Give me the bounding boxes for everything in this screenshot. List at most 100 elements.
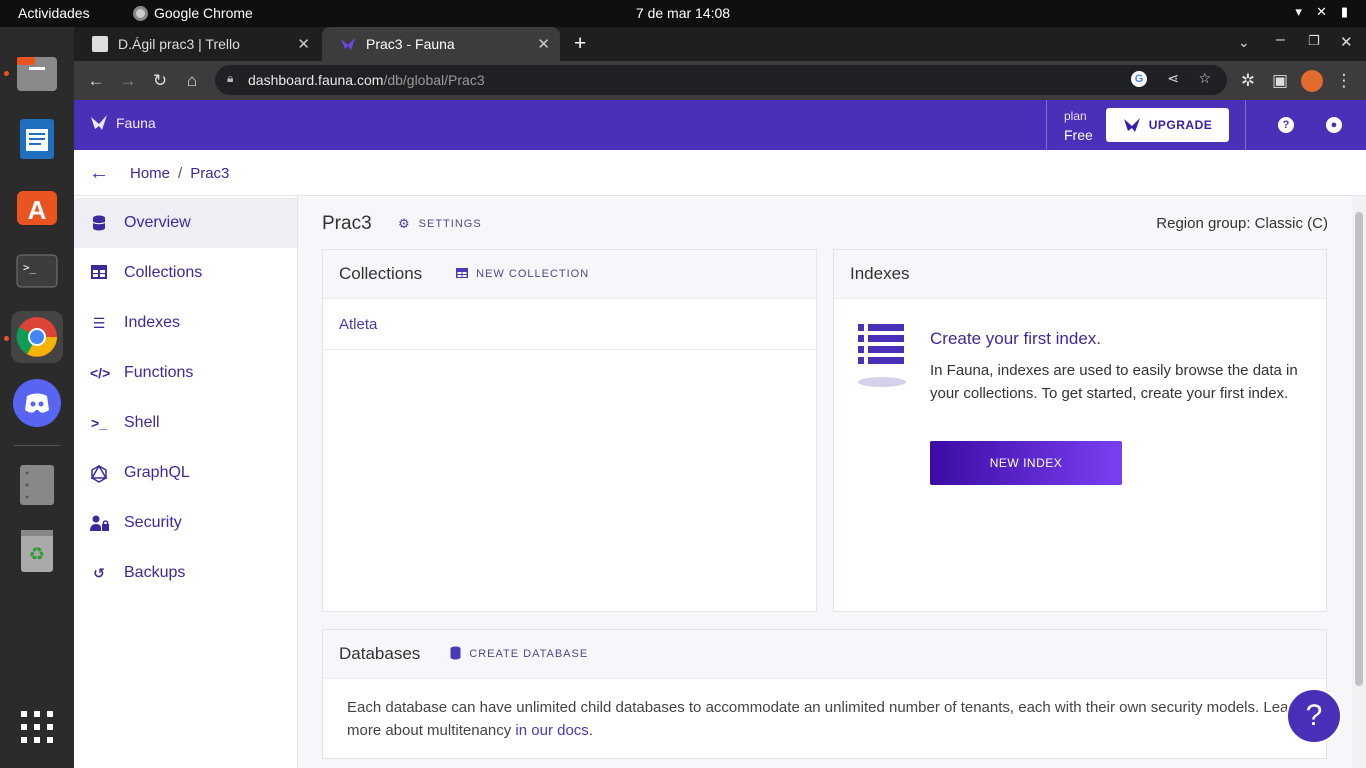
new-tab-icon[interactable]: + [574,32,586,56]
trash-icon[interactable]: ♻ [11,525,63,577]
files-icon[interactable] [11,47,63,99]
mute-icon: ✕ [1315,4,1327,19]
extensions-icon[interactable]: ✲ [1237,70,1259,92]
collection-row[interactable]: Atleta [323,299,816,350]
tab-trello[interactable]: D.Ágil prac3 | Trello ✕ [74,27,320,61]
sidebar: Overview Collections ☰ Indexes </> Funct… [74,196,298,768]
help-icon[interactable]: ? [1278,117,1294,133]
logo-text: Fauna [116,115,156,131]
sidebar-item-backups[interactable]: ↺ Backups [74,548,297,598]
address-bar[interactable]: 🔒︎ dashboard.fauna.com/db/global/Prac3 G… [215,65,1227,95]
url-host: dashboard.fauna.com [248,72,384,88]
card-title: Indexes [850,264,910,283]
plan-value: Free [1064,127,1093,143]
system-tray[interactable]: ▾ ✕ ▮ [1295,4,1348,20]
writer-icon[interactable] [11,113,63,165]
fauna-logo[interactable]: Fauna [90,114,156,132]
create-database-label: CREATE DATABASE [469,648,589,660]
help-chat-button[interactable]: ? [1286,688,1342,744]
card-header: Databases CREATE DATABASE [323,630,1326,679]
databases-description-text: Each database can have unlimited child d… [347,699,1302,739]
tab-search-icon[interactable]: ⌄ [1238,34,1250,51]
software-store-icon[interactable]: A [11,179,63,231]
home-icon[interactable]: ⌂ [181,70,203,92]
kebab-menu-icon[interactable]: ⋮ [1333,70,1355,92]
sidebar-item-indexes[interactable]: ☰ Indexes [74,298,297,348]
sidebar-item-label: Backups [124,564,186,581]
code-icon: </> [90,365,111,381]
back-icon[interactable]: ← [85,70,107,92]
back-arrow-icon[interactable]: ← [89,162,109,185]
google-lens-icon[interactable]: G [1131,71,1147,87]
tab-fauna[interactable]: Prac3 - Fauna ✕ [322,27,560,61]
new-index-button[interactable]: NEW INDEX [930,441,1122,485]
terminal-icon[interactable]: >_ [11,245,63,297]
card-title: Collections [339,264,423,283]
upgrade-button[interactable]: UPGRADE [1106,108,1229,142]
sidebar-item-label: Overview [124,214,191,231]
gear-icon: ⚙ [398,216,411,231]
url-path: /db/global/Prac3 [383,72,485,88]
drive-icon[interactable] [11,459,63,511]
discord-icon[interactable] [11,377,63,429]
browser-toolbar: ← → ↻ ⌂ 🔒︎ dashboard.fauna.com/db/global… [74,61,1366,100]
account-icon[interactable]: ● [1326,117,1342,133]
tab-title: Prac3 - Fauna [366,36,455,52]
svg-text:A: A [28,195,47,225]
breadcrumb-bar: ← Home / Prac3 [74,150,1366,196]
fauna-favicon-icon [340,36,356,52]
fauna-dashboard: Fauna plan Free UPGRADE ? ● ← Home / Prac3… [74,100,1366,768]
running-indicator [4,71,9,76]
maximize-icon[interactable]: ❐ [1308,33,1320,49]
tab-title: D.Ágil prac3 | Trello [118,36,240,52]
side-panel-icon[interactable]: ▣ [1269,70,1291,92]
sidebar-item-shell[interactable]: >_ Shell [74,398,297,448]
graphql-icon [90,464,108,483]
sidebar-item-functions[interactable]: </> Functions [74,348,297,398]
profile-avatar[interactable] [1301,70,1323,92]
create-database-button[interactable]: CREATE DATABASE [450,646,588,663]
sidebar-item-overview[interactable]: Overview [74,198,297,248]
table-icon [456,267,469,281]
user-lock-icon [90,515,109,531]
close-window-icon[interactable]: ✕ [1340,33,1353,51]
page-scrollbar[interactable] [1352,196,1366,768]
database-icon [450,646,461,663]
database-icon [90,215,108,231]
docs-link[interactable]: in our docs [515,722,588,739]
breadcrumb-separator: / [178,165,183,182]
breadcrumb: Home / Prac3 [130,165,229,182]
sidebar-item-graphql[interactable]: GraphQL [74,448,297,498]
forward-icon[interactable]: → [117,70,139,92]
bookmark-star-icon[interactable]: ☆ [1198,70,1211,87]
dock: A >_ ♻ [0,27,74,768]
reload-icon[interactable]: ↻ [149,70,171,92]
show-apps-icon[interactable] [11,701,63,753]
scrollbar-thumb[interactable] [1355,212,1363,686]
chrome-dock-icon[interactable] [11,311,63,363]
plan-label: plan [1064,109,1087,123]
svg-text:♻: ♻ [29,544,45,564]
empty-state-title: Create your first index. [930,329,1102,348]
close-icon[interactable]: ✕ [537,35,550,53]
breadcrumb-current[interactable]: Prac3 [190,165,229,182]
share-icon[interactable]: ⋖ [1167,70,1179,87]
new-collection-button[interactable]: NEW COLLECTION [456,267,589,281]
main-content: Prac3 ⚙ SETTINGS Region group: Classic (… [298,196,1366,768]
card-title: Databases [339,644,421,663]
sidebar-item-label: Indexes [124,314,181,331]
sidebar-item-security[interactable]: Security [74,498,297,548]
sidebar-item-label: Shell [124,414,160,431]
close-icon[interactable]: ✕ [297,35,310,53]
breadcrumb-home[interactable]: Home [130,165,170,182]
indexes-card: Indexes Create your first index. In Faun… [833,249,1327,612]
settings-button[interactable]: ⚙ SETTINGS [398,216,482,232]
minimize-icon[interactable]: – [1276,31,1285,49]
clock[interactable]: 7 de mar 14:08 [0,5,1366,21]
app-header: Fauna plan Free UPGRADE ? ● [74,100,1366,150]
collection-link[interactable]: Atleta [339,316,377,333]
sidebar-item-collections[interactable]: Collections [74,248,297,298]
system-top-bar: Actividades Google Chrome 7 de mar 14:08… [0,0,1366,27]
question-icon: ? [1305,699,1323,732]
trello-favicon-icon [92,36,108,52]
